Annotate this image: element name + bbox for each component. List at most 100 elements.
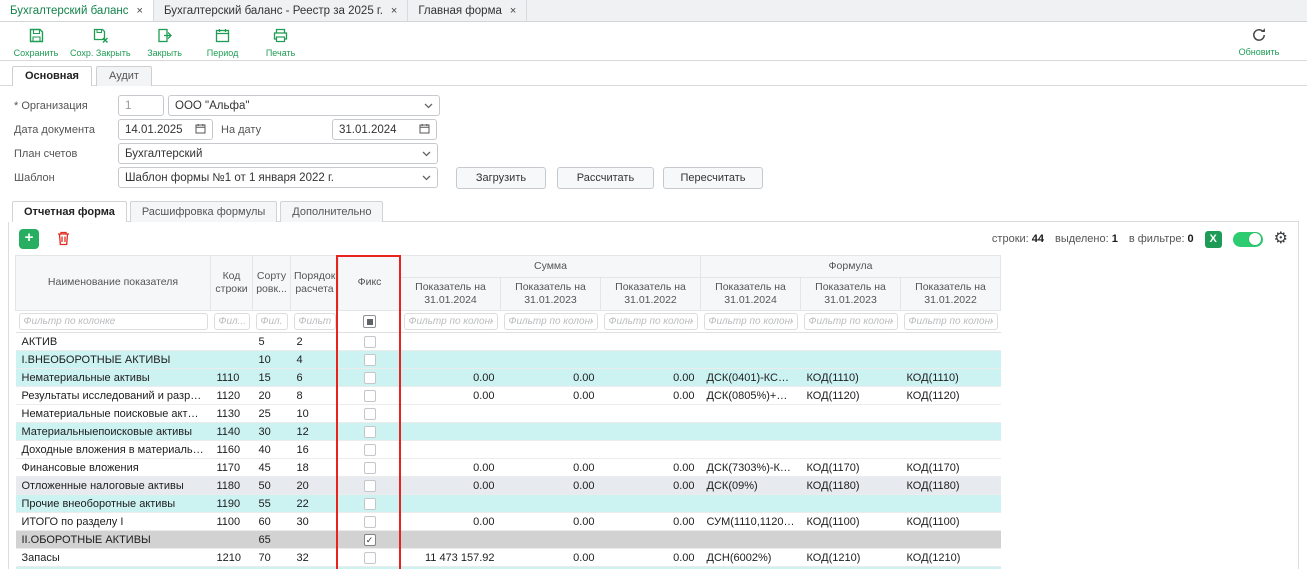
fix-checkbox[interactable]	[364, 408, 376, 420]
table-row[interactable]: Финансовые вложения117045180.000.000.00Д…	[16, 459, 1001, 477]
export-excel-icon[interactable]: X	[1205, 231, 1222, 248]
recalculate-button[interactable]: Пересчитать	[663, 167, 763, 189]
fix-checkbox[interactable]	[364, 426, 376, 438]
table-row[interactable]: Прочие внеоборотные активы11905522	[16, 495, 1001, 513]
print-button[interactable]: Печать	[257, 27, 305, 58]
col-header-sort[interactable]: Сорту ровк...	[253, 256, 291, 311]
table-row[interactable]: Результаты исследований и разработок1120…	[16, 387, 1001, 405]
cell-fix[interactable]	[339, 405, 401, 423]
cell-sum-2024	[401, 423, 501, 441]
fix-select-all-checkbox[interactable]	[363, 315, 376, 328]
gear-icon[interactable]: ⚙	[1274, 231, 1288, 247]
col-header-order[interactable]: Порядок расчета	[291, 256, 339, 311]
window-tab-main-form[interactable]: Главная форма ×	[408, 0, 527, 21]
organization-select[interactable]: ООО "Альфа"	[168, 95, 440, 116]
on-date-field[interactable]: 31.01.2024	[332, 119, 437, 140]
filter-toggle[interactable]	[1233, 232, 1263, 247]
tab-main[interactable]: Основная	[12, 66, 92, 86]
filter-input-formula-2024[interactable]	[704, 313, 798, 330]
fix-checkbox[interactable]	[364, 354, 376, 366]
col-header-sum-2023[interactable]: Показатель на 31.01.2023	[501, 278, 601, 311]
table-row[interactable]: Запасы1210703211 473 157.920.000.00ДСН(6…	[16, 549, 1001, 567]
filter-input-formula-2022[interactable]	[904, 313, 998, 330]
cell-fix[interactable]	[339, 423, 401, 441]
cell-fix[interactable]	[339, 459, 401, 477]
cell-fix[interactable]	[339, 441, 401, 459]
fix-checkbox[interactable]	[364, 462, 376, 474]
cell-fix[interactable]: ✓	[339, 531, 401, 549]
cell-fix[interactable]	[339, 351, 401, 369]
filter-input-sort[interactable]	[256, 313, 288, 330]
filter-input-formula-2023[interactable]	[804, 313, 898, 330]
table-row[interactable]: Материальныепоисковые активы11403012	[16, 423, 1001, 441]
chart-of-accounts-select[interactable]: Бухгалтерский	[118, 143, 438, 164]
calendar-icon[interactable]	[195, 123, 206, 137]
cell-fix[interactable]	[339, 387, 401, 405]
save-button[interactable]: Сохранить	[12, 27, 60, 58]
doc-date-field[interactable]: 14.01.2025	[118, 119, 213, 140]
fix-checkbox[interactable]: ✓	[364, 534, 376, 546]
tab-audit[interactable]: Аудит	[96, 66, 152, 86]
fix-checkbox[interactable]	[364, 372, 376, 384]
close-form-button[interactable]: Закрыть	[141, 27, 189, 58]
filter-input-name[interactable]	[19, 313, 208, 330]
close-icon[interactable]: ×	[391, 5, 397, 17]
filter-input-order[interactable]	[294, 313, 336, 330]
fix-checkbox[interactable]	[364, 390, 376, 402]
fix-checkbox[interactable]	[364, 480, 376, 492]
cell-sum-2022	[601, 531, 701, 549]
fix-checkbox[interactable]	[364, 516, 376, 528]
calculate-button[interactable]: Рассчитать	[557, 167, 654, 189]
col-header-sum-2022[interactable]: Показатель на 31.01.2022	[601, 278, 701, 311]
col-header-name[interactable]: Наименование показателя	[16, 256, 211, 311]
col-header-formula-2023[interactable]: Показатель на 31.01.2023	[801, 278, 901, 311]
cell-fix[interactable]	[339, 333, 401, 351]
delete-row-button[interactable]	[56, 230, 71, 249]
table-row[interactable]: Отложенные налоговые активы118050200.000…	[16, 477, 1001, 495]
window-tab-balance[interactable]: Бухгалтерский баланс ×	[0, 0, 154, 21]
col-header-code[interactable]: Код строки	[211, 256, 253, 311]
filter-row	[16, 311, 1001, 333]
table-row[interactable]: II.ОБОРОТНЫЕ АКТИВЫ65✓	[16, 531, 1001, 549]
col-header-formula-2022[interactable]: Показатель на 31.01.2022	[901, 278, 1001, 311]
tab-report-form[interactable]: Отчетная форма	[12, 201, 127, 222]
cell-fix[interactable]	[339, 513, 401, 531]
cell-order: 22	[291, 495, 339, 513]
filter-input-sum-2023[interactable]	[504, 313, 598, 330]
calendar-icon[interactable]	[419, 123, 430, 137]
cell-name: Финансовые вложения	[16, 459, 211, 477]
template-select[interactable]: Шаблон формы №1 от 1 января 2022 г.	[118, 167, 438, 188]
col-header-formula-2024[interactable]: Показатель на 31.01.2024	[701, 278, 801, 311]
table-row[interactable]: I.ВНЕОБОРОТНЫЕ АКТИВЫ104	[16, 351, 1001, 369]
fix-checkbox[interactable]	[364, 336, 376, 348]
filter-input-sum-2022[interactable]	[604, 313, 698, 330]
filter-input-code[interactable]	[214, 313, 250, 330]
tab-additional[interactable]: Дополнительно	[280, 201, 383, 222]
table-row[interactable]: ИТОГО по разделу I110060300.000.000.00СУ…	[16, 513, 1001, 531]
filter-input-sum-2024[interactable]	[404, 313, 498, 330]
tab-formula-decode[interactable]: Расшифровка формулы	[130, 201, 277, 222]
table-row[interactable]: АКТИВ52	[16, 333, 1001, 351]
col-header-fix[interactable]: Фикс	[339, 256, 401, 311]
cell-fix[interactable]	[339, 495, 401, 513]
fix-checkbox[interactable]	[364, 444, 376, 456]
cell-fix[interactable]	[339, 549, 401, 567]
col-header-sum-2024[interactable]: Показатель на 31.01.2024	[401, 278, 501, 311]
table-row[interactable]: Нематериальные поисковые активы11302510	[16, 405, 1001, 423]
load-button[interactable]: Загрузить	[456, 167, 546, 189]
fix-checkbox[interactable]	[364, 552, 376, 564]
add-row-button[interactable]: +	[19, 229, 39, 249]
refresh-button[interactable]: Обновить	[1235, 27, 1283, 57]
save-close-button[interactable]: Сохр. Закрыть	[70, 27, 131, 58]
organization-code-field[interactable]: 1	[118, 95, 164, 116]
cell-fix[interactable]	[339, 369, 401, 387]
table-row[interactable]: Доходные вложения в материальные ц...116…	[16, 441, 1001, 459]
table-row[interactable]: Нематериальные активы11101560.000.000.00…	[16, 369, 1001, 387]
window-tab-registry[interactable]: Бухгалтерский баланс - Реестр за 2025 г.…	[154, 0, 408, 21]
period-button[interactable]: Период	[199, 27, 247, 58]
close-icon[interactable]: ×	[137, 5, 143, 17]
close-icon[interactable]: ×	[510, 5, 516, 17]
cell-fix[interactable]	[339, 477, 401, 495]
fix-checkbox[interactable]	[364, 498, 376, 510]
cell-sum-2022	[601, 441, 701, 459]
